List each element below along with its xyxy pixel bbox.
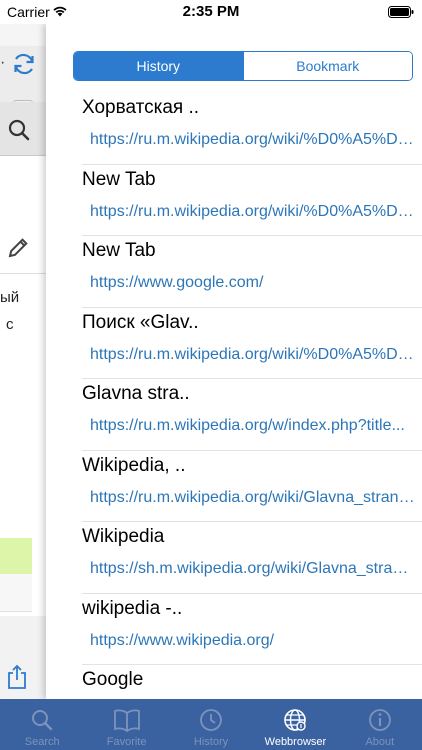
share-icon[interactable] <box>6 664 28 695</box>
history-item[interactable]: wikipedia -.. https://www.wikipedia.org/ <box>82 594 422 665</box>
history-item-title: New Tab <box>82 168 156 190</box>
background-app-panel: · + ый с <box>0 24 46 699</box>
history-item-title: Wikipedia <box>82 526 165 547</box>
tab-search[interactable]: Search <box>0 699 84 750</box>
history-item-url: https://ru.m.wikipedia.org/w/index.php?t… <box>90 417 405 434</box>
history-item-url: https://ru.m.wikipedia.org/wiki/%D0%A5%D… <box>90 345 416 363</box>
tab-label: About <box>365 736 395 748</box>
background-highlight <box>0 538 32 574</box>
tab-bar: Search Favorite History Webbrowser About <box>0 699 422 750</box>
history-item[interactable]: New Tab https://ru.m.wikipedia.org/wiki/… <box>82 165 422 236</box>
battery-icon <box>388 5 414 23</box>
history-item-url: https://ru.m.wikipedia.org/wiki/%D0%A5%D… <box>90 202 416 220</box>
history-item-title: Glavna stra.. <box>82 383 190 404</box>
tab-label: Webbrowser <box>264 736 327 748</box>
tab-label: Favorite <box>106 736 147 748</box>
info-icon <box>367 706 393 734</box>
tab-history[interactable]: History <box>74 52 243 80</box>
background-text: с <box>6 316 14 333</box>
background-text: ый <box>0 289 20 306</box>
status-time: 2:35 PM <box>182 3 240 20</box>
tab-label: Search <box>24 736 60 748</box>
history-bookmark-segmented-control: History Bookmark <box>73 51 413 81</box>
background-search-row <box>0 102 46 156</box>
history-item-url: https://www.wikipedia.org/ <box>90 631 275 649</box>
history-item[interactable]: Wikipedia https://sh.m.wikipedia.org/wik… <box>82 522 422 594</box>
background-edit-row <box>0 222 46 274</box>
tab-history[interactable]: History <box>169 699 253 750</box>
ellipsis-icon: · <box>0 54 6 71</box>
history-item-title: Google <box>82 669 144 690</box>
history-item[interactable]: New Tab https://www.google.com/ <box>82 236 422 308</box>
background-row <box>0 574 32 612</box>
history-item-title: New Tab <box>82 240 156 261</box>
history-item[interactable]: Wikipedia, .. https://ru.m.wikipedia.org… <box>82 451 422 522</box>
tab-webbrowser[interactable]: Webbrowser <box>253 699 337 750</box>
search-icon <box>30 706 54 734</box>
history-item-title: Хорватская .. <box>82 97 200 118</box>
book-icon <box>113 706 141 734</box>
history-list: Хорватская .. https://ru.m.wikipedia.org… <box>46 93 422 737</box>
history-item[interactable]: Поиск «Glav.. https://ru.m.wikipedia.org… <box>82 308 422 379</box>
history-item-url: https://ru.m.wikipedia.org/wiki/%D0%A5%D… <box>90 131 416 148</box>
history-item-title: wikipedia -.. <box>82 597 183 619</box>
history-sheet: History Bookmark Хорватская .. https://r… <box>46 24 422 737</box>
clock-icon <box>198 706 224 734</box>
pencil-icon[interactable] <box>6 236 30 265</box>
history-item-title: Поиск «Glav.. <box>82 311 199 333</box>
history-item-url: https://www.google.com/ <box>90 274 264 291</box>
tab-label: History <box>193 736 229 748</box>
globe-icon <box>282 706 308 734</box>
history-item[interactable]: Glavna stra.. https://ru.m.wikipedia.org… <box>82 379 422 451</box>
history-item-url: https://ru.m.wikipedia.org/wiki/Glavna_s… <box>90 488 416 506</box>
tab-about[interactable]: About <box>338 699 422 750</box>
history-item-url: https://sh.m.wikipedia.org/wiki/Glavna_s… <box>90 560 416 577</box>
history-item-title: Wikipedia, .. <box>82 454 186 476</box>
tab-bookmark[interactable]: Bookmark <box>242 52 412 80</box>
tab-favorite[interactable]: Favorite <box>84 699 168 750</box>
refresh-icon[interactable] <box>10 50 38 83</box>
status-bar: Carrier 2:35 PM <box>0 0 422 24</box>
history-item[interactable]: Хорватская .. https://ru.m.wikipedia.org… <box>82 93 422 165</box>
search-icon[interactable] <box>7 118 31 147</box>
